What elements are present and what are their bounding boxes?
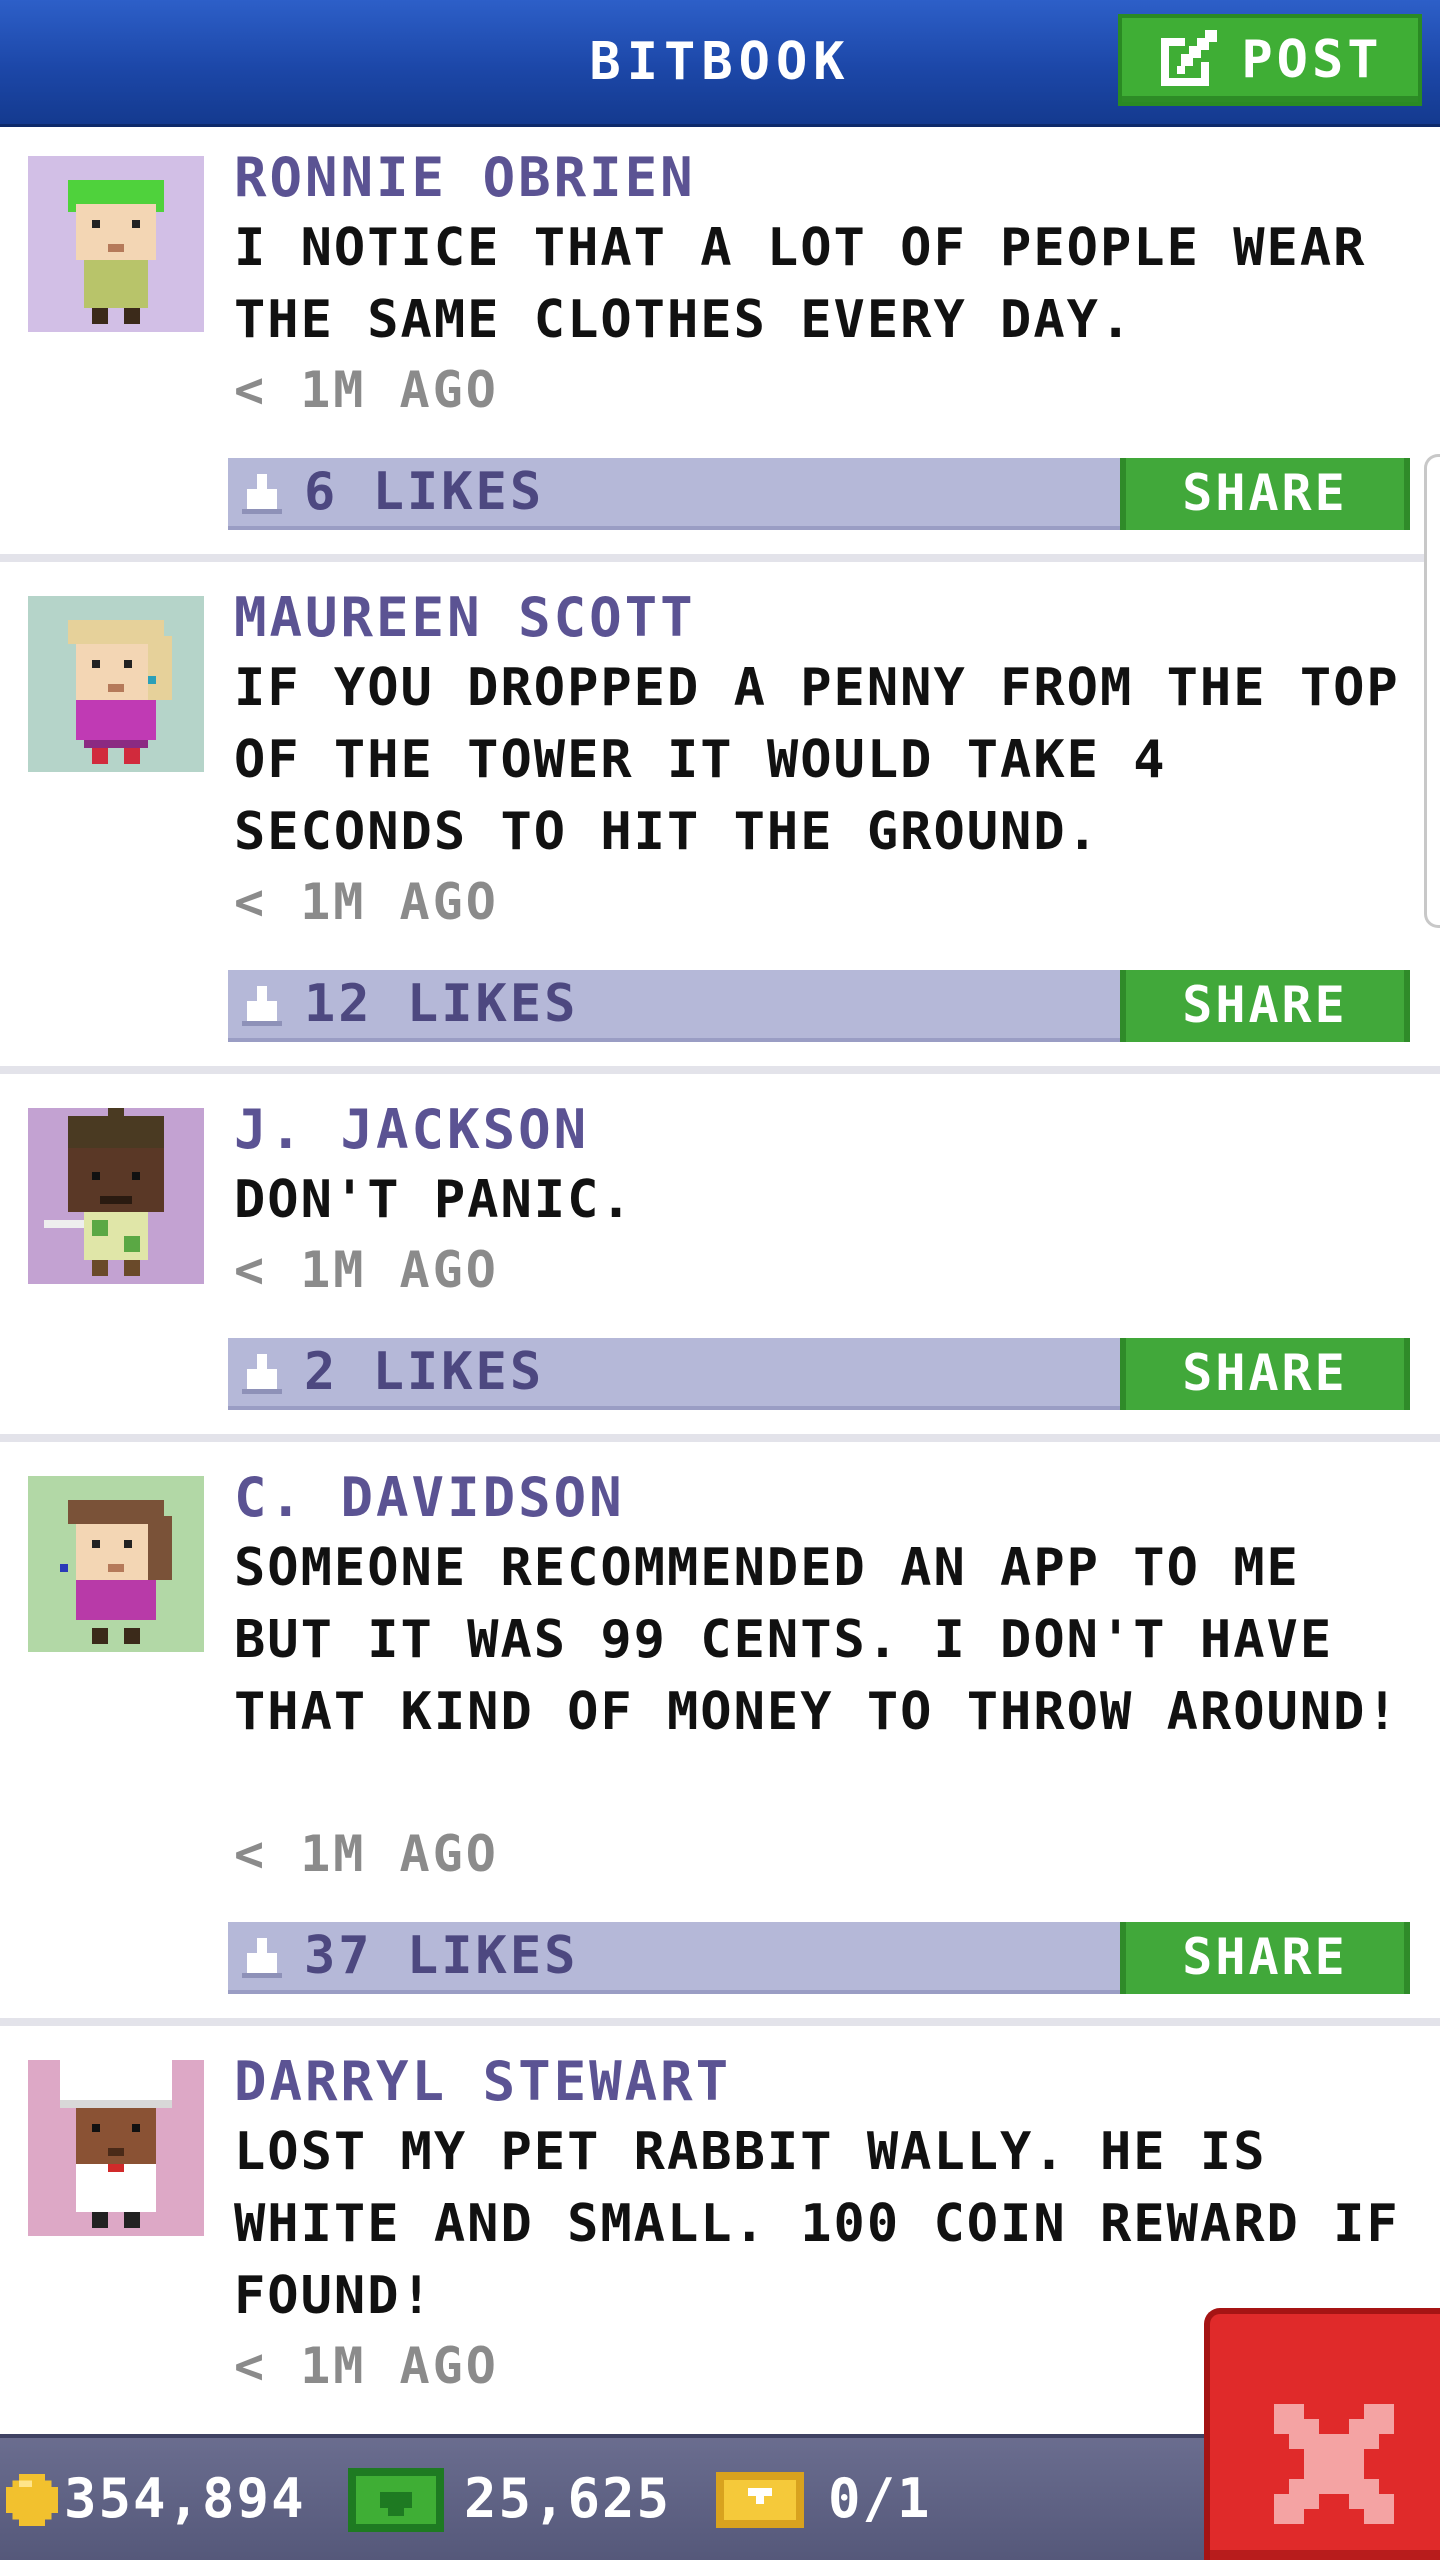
- avatar[interactable]: [28, 1476, 204, 1652]
- post-author[interactable]: RONNIE OBRIEN: [234, 146, 1414, 210]
- cash-icon: [348, 2468, 444, 2532]
- like-icon[interactable]: [242, 474, 282, 514]
- likes-count: 37 LIKES: [304, 1926, 579, 1986]
- close-x-icon: [1274, 2404, 1394, 2524]
- avatar[interactable]: [28, 2060, 204, 2236]
- app-header: BITBOOK POST: [0, 0, 1440, 124]
- post-time: < 1M AGO: [234, 1241, 499, 1299]
- avatar[interactable]: [28, 1108, 204, 1284]
- likes-count: 12 LIKES: [304, 974, 579, 1034]
- likes-count: 6 LIKES: [304, 462, 545, 522]
- post-divider: [0, 554, 1440, 562]
- post-message: LOST MY PET RABBIT WALLY. HE IS WHITE AN…: [234, 2122, 1400, 2326]
- post-button[interactable]: POST: [1118, 14, 1422, 106]
- post-author[interactable]: J. JACKSON: [234, 1098, 1414, 1162]
- share-button[interactable]: SHARE: [1120, 1922, 1410, 1994]
- post-author[interactable]: C. DAVIDSON: [234, 1466, 1414, 1530]
- feed-list[interactable]: RONNIE OBRIEN I NOTICE THAT A LOT OF PEO…: [0, 124, 1440, 2434]
- coin-icon: [6, 2474, 58, 2526]
- likes-count: 2 LIKES: [304, 1342, 545, 1402]
- likes-bar: 2 LIKES SHARE: [228, 1338, 1410, 1410]
- avatar[interactable]: [28, 156, 204, 332]
- post-button-label: POST: [1241, 30, 1383, 90]
- post-author[interactable]: MAUREEN SCOTT: [234, 586, 1414, 650]
- post-message: IF YOU DROPPED A PENNY FROM THE TOP OF T…: [234, 658, 1400, 862]
- share-button[interactable]: SHARE: [1120, 1338, 1410, 1410]
- tickets-count: 0/1: [828, 2467, 932, 2530]
- scrollbar[interactable]: [1424, 454, 1440, 928]
- post-author[interactable]: DARRYL STEWART: [234, 2050, 1414, 2114]
- post-divider: [0, 2018, 1440, 2026]
- post-message: SOMEONE RECOMMENDED AN APP TO ME BUT IT …: [234, 1538, 1400, 1742]
- like-icon[interactable]: [242, 986, 282, 1026]
- share-button[interactable]: SHARE: [1120, 458, 1410, 530]
- avatar[interactable]: [28, 596, 204, 772]
- likes-bar: 6 LIKES SHARE: [228, 458, 1410, 530]
- coins-count: 354,894: [64, 2467, 306, 2530]
- post-message: I NOTICE THAT A LOT OF PEOPLE WEAR THE S…: [234, 218, 1367, 350]
- likes-bar: 37 LIKES SHARE: [228, 1922, 1410, 1994]
- post-divider: [0, 1066, 1440, 1074]
- post-time: < 1M AGO: [234, 2337, 499, 2395]
- post-time: < 1M AGO: [234, 873, 499, 931]
- likes-bar: 12 LIKES SHARE: [228, 970, 1410, 1042]
- post-time: < 1M AGO: [234, 361, 499, 419]
- post-message: DON'T PANIC.: [234, 1170, 634, 1230]
- post-time: < 1M AGO: [234, 1825, 499, 1883]
- close-button[interactable]: [1204, 2308, 1440, 2560]
- share-button[interactable]: SHARE: [1120, 970, 1410, 1042]
- post-edit-icon: [1161, 30, 1218, 86]
- post-divider: [0, 1434, 1440, 1442]
- ticket-icon: [716, 2472, 804, 2528]
- bux-count: 25,625: [464, 2467, 672, 2530]
- like-icon[interactable]: [242, 1354, 282, 1394]
- like-icon[interactable]: [242, 1938, 282, 1978]
